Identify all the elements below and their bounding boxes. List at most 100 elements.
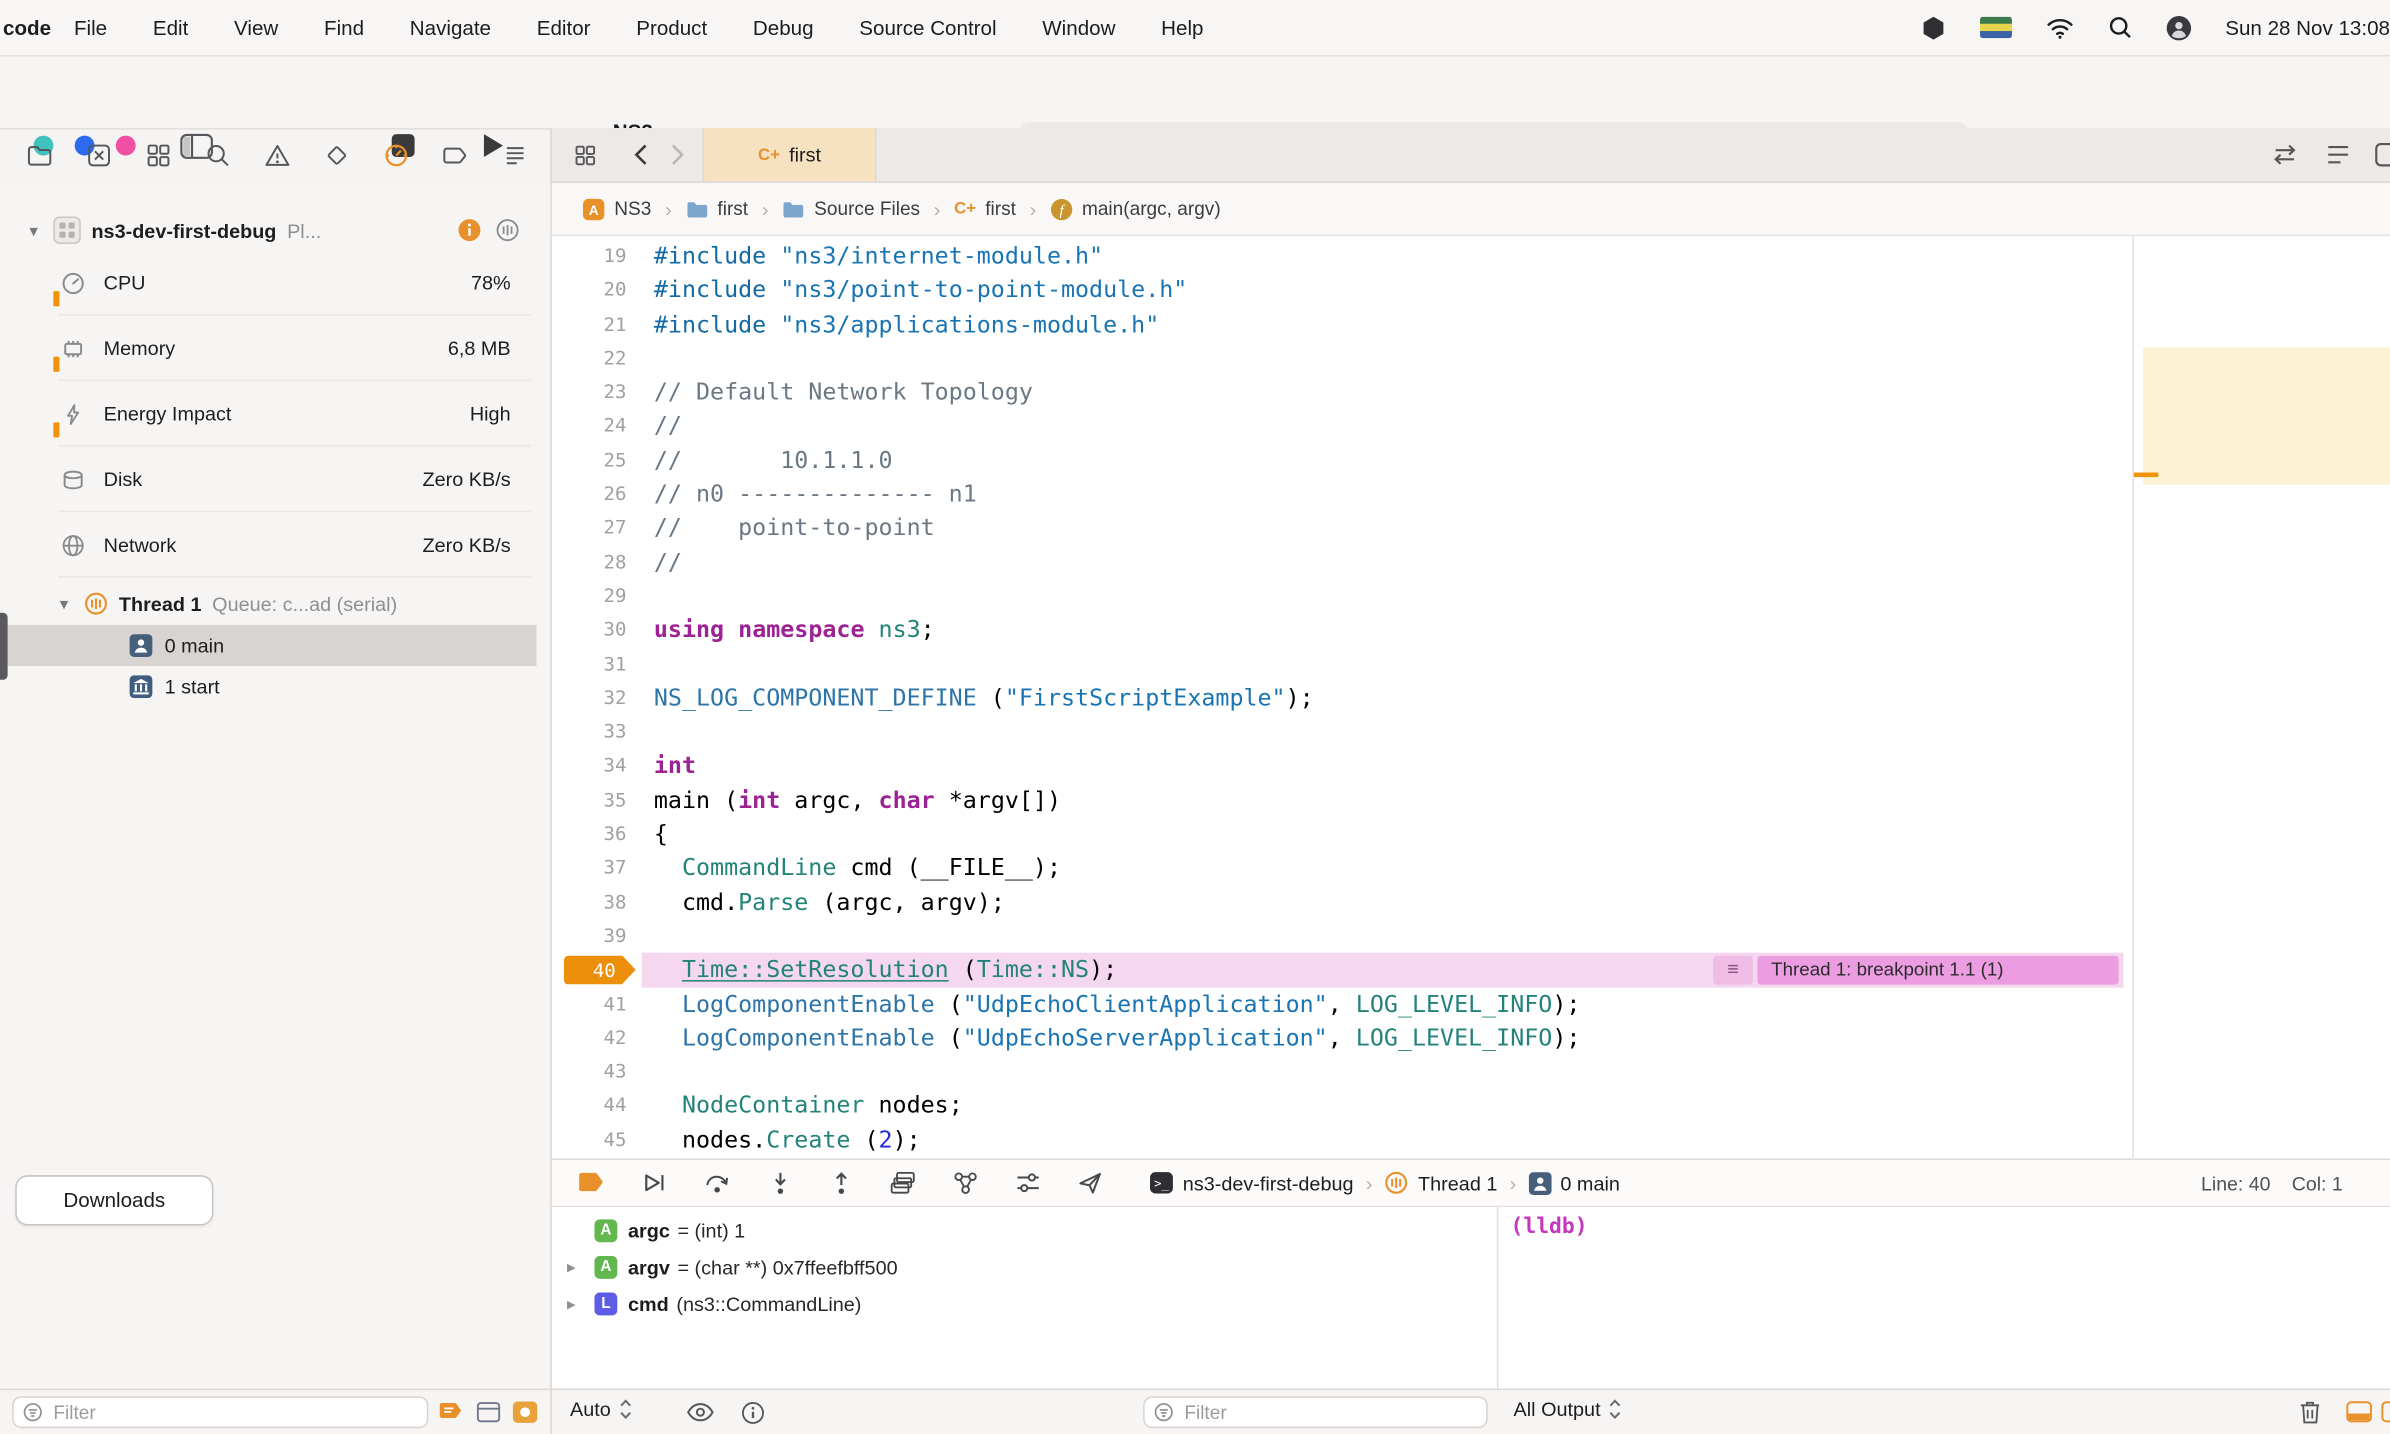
jumpbar-item-first[interactable]: first bbox=[685, 198, 748, 219]
variables-view[interactable]: Aargc = (int) 1 ▸ Aargv = (char **) 0x7ffeef… bbox=[550, 1207, 1497, 1389]
variables-pane-toggle-icon[interactable] bbox=[2346, 1401, 2373, 1424]
navigator-filter-field[interactable] bbox=[12, 1396, 429, 1429]
recent-filter-button[interactable] bbox=[512, 1401, 538, 1424]
console-filter-field[interactable] bbox=[1143, 1396, 1488, 1429]
debug-view-hierarchy-icon[interactable] bbox=[889, 1169, 918, 1196]
menu-source-control[interactable]: Source Control bbox=[836, 16, 1019, 39]
stack-frame-1-start[interactable]: 1 start bbox=[0, 666, 537, 707]
breakpoints-toggle-icon[interactable] bbox=[578, 1171, 607, 1195]
process-row[interactable]: ▾ ns3-dev-first-debug Pl... bbox=[0, 210, 550, 250]
step-out-icon[interactable] bbox=[828, 1169, 855, 1196]
line-number-37[interactable]: 37 bbox=[552, 851, 642, 885]
forward-chevron-icon[interactable] bbox=[669, 142, 687, 168]
test-navigator-icon[interactable] bbox=[323, 142, 350, 169]
menu-extra-app-icon[interactable] bbox=[1920, 14, 1946, 40]
line-number-35[interactable]: 35 bbox=[552, 783, 642, 817]
split-editor-icon[interactable] bbox=[2375, 142, 2390, 168]
gauge-row-energy-impact[interactable]: Energy Impact High bbox=[0, 381, 550, 447]
source-editor[interactable]: 19 #include "ns3/internet-module.h" 20 #inc… bbox=[550, 236, 2390, 1159]
variables-scope-dropdown[interactable]: Auto bbox=[570, 1398, 632, 1421]
jumpbar-item-source-files[interactable]: Source Files bbox=[782, 198, 920, 219]
line-number-26[interactable]: 26 bbox=[552, 477, 642, 511]
wifi-icon[interactable] bbox=[2045, 16, 2074, 39]
issue-navigator-icon[interactable] bbox=[264, 142, 291, 169]
console-output-scope-dropdown[interactable]: All Output bbox=[1514, 1398, 1622, 1421]
menu-file[interactable]: File bbox=[51, 16, 130, 39]
report-navigator-icon[interactable] bbox=[501, 142, 528, 169]
disclosure-down-icon[interactable]: ▾ bbox=[24, 220, 42, 240]
line-number-34[interactable]: 34 bbox=[552, 749, 642, 783]
clear-console-trash-icon[interactable] bbox=[2299, 1399, 2322, 1425]
line-number-24[interactable]: 24 bbox=[552, 409, 642, 443]
source-control-navigator-icon[interactable] bbox=[85, 142, 112, 169]
console-filter-input[interactable] bbox=[1181, 1400, 1477, 1425]
menu-bar-clock[interactable]: Sun 28 Nov 13:08 bbox=[2225, 16, 2390, 39]
disclosure-right-icon[interactable]: ▸ bbox=[567, 1257, 594, 1276]
menu-edit[interactable]: Edit bbox=[130, 16, 211, 39]
line-number-36[interactable]: 36 bbox=[552, 817, 642, 851]
menu-debug[interactable]: Debug bbox=[730, 16, 836, 39]
back-chevron-icon[interactable] bbox=[631, 142, 649, 168]
profile-gauge-icon[interactable] bbox=[495, 218, 519, 242]
breakpoint-annotation[interactable]: Thread 1: breakpoint 1.1 (1) bbox=[1757, 955, 2119, 985]
debug-console[interactable]: (lldb) bbox=[1496, 1207, 2390, 1389]
menu-help[interactable]: Help bbox=[1138, 16, 1226, 39]
quicklook-eye-icon[interactable] bbox=[686, 1402, 715, 1422]
user-switch-icon[interactable] bbox=[2166, 14, 2192, 40]
step-into-icon[interactable] bbox=[767, 1169, 794, 1196]
code-review-icon[interactable] bbox=[2270, 142, 2300, 168]
info-badge-icon[interactable] bbox=[457, 218, 481, 242]
line-number-21[interactable]: 21 bbox=[552, 307, 642, 341]
line-number-28[interactable]: 28 bbox=[552, 545, 642, 579]
find-navigator-icon[interactable] bbox=[204, 142, 231, 169]
step-over-icon[interactable] bbox=[703, 1169, 733, 1196]
input-source-flag-icon[interactable] bbox=[1979, 16, 2012, 39]
line-number-39[interactable]: 39 bbox=[552, 919, 642, 953]
line-number-41[interactable]: 41 bbox=[552, 987, 642, 1021]
debug-crumb-0-main[interactable]: 0 main bbox=[1528, 1171, 1620, 1195]
memory-graph-icon[interactable] bbox=[951, 1169, 980, 1196]
tab-overview-icon[interactable] bbox=[573, 143, 597, 167]
line-number-30[interactable]: 30 bbox=[552, 613, 642, 647]
line-number-31[interactable]: 31 bbox=[552, 647, 642, 681]
spotlight-search-icon[interactable] bbox=[2108, 15, 2132, 39]
line-number-43[interactable]: 43 bbox=[552, 1055, 642, 1089]
navigator-filter-input[interactable] bbox=[50, 1400, 418, 1425]
disclosure-right-icon[interactable]: ▸ bbox=[567, 1293, 594, 1313]
jumpbar-item-ns3[interactable]: A NS3 bbox=[582, 197, 651, 220]
gauge-row-network[interactable]: Network Zero KB/s bbox=[0, 512, 550, 578]
flag-filter-button[interactable] bbox=[439, 1401, 465, 1424]
menu-view[interactable]: View bbox=[211, 16, 301, 39]
line-number-44[interactable]: 44 bbox=[552, 1089, 642, 1123]
gauge-row-disk[interactable]: Disk Zero KB/s bbox=[0, 447, 550, 513]
environment-overrides-icon[interactable] bbox=[1014, 1169, 1043, 1196]
line-number-38[interactable]: 38 bbox=[552, 885, 642, 919]
thread-row[interactable]: ▾ Thread 1 Queue: c...ad (serial) bbox=[0, 584, 550, 624]
line-number-45[interactable]: 45 bbox=[552, 1123, 642, 1157]
line-number-23[interactable]: 23 bbox=[552, 375, 642, 409]
gauge-row-cpu[interactable]: CPU 78% bbox=[0, 250, 550, 316]
variable-row-cmd[interactable]: ▸ Lcmd (ns3::CommandLine) bbox=[552, 1285, 1497, 1322]
continue-icon[interactable] bbox=[640, 1169, 669, 1196]
debug-navigator-icon[interactable] bbox=[383, 142, 410, 169]
breakpoint-navigator-icon[interactable] bbox=[442, 142, 469, 169]
tab-first[interactable]: first bbox=[702, 128, 877, 182]
variable-row-argc[interactable]: Aargc = (int) 1 bbox=[552, 1212, 1497, 1249]
downloads-button[interactable]: Downloads bbox=[15, 1175, 214, 1226]
app-menu-title[interactable]: code bbox=[3, 16, 51, 39]
line-number-22[interactable]: 22 bbox=[552, 341, 642, 375]
window-edge-handle[interactable] bbox=[0, 612, 7, 680]
line-number-32[interactable]: 32 bbox=[552, 681, 642, 715]
disclosure-down-icon[interactable]: ▾ bbox=[55, 594, 73, 613]
view-mode-button[interactable] bbox=[476, 1401, 502, 1424]
menu-window[interactable]: Window bbox=[1019, 16, 1138, 39]
menu-product[interactable]: Product bbox=[613, 16, 730, 39]
line-number-29[interactable]: 29 bbox=[552, 579, 642, 613]
console-pane-toggle-icon[interactable] bbox=[2381, 1401, 2390, 1424]
breakpoint-badge[interactable]: 40 bbox=[563, 955, 636, 985]
minimap[interactable] bbox=[2132, 236, 2390, 1159]
line-number-40[interactable]: 40 bbox=[552, 953, 642, 987]
breakpoint-actions-icon[interactable] bbox=[1713, 955, 1753, 985]
line-number-19[interactable]: 19 bbox=[552, 239, 642, 273]
menu-find[interactable]: Find bbox=[301, 16, 387, 39]
